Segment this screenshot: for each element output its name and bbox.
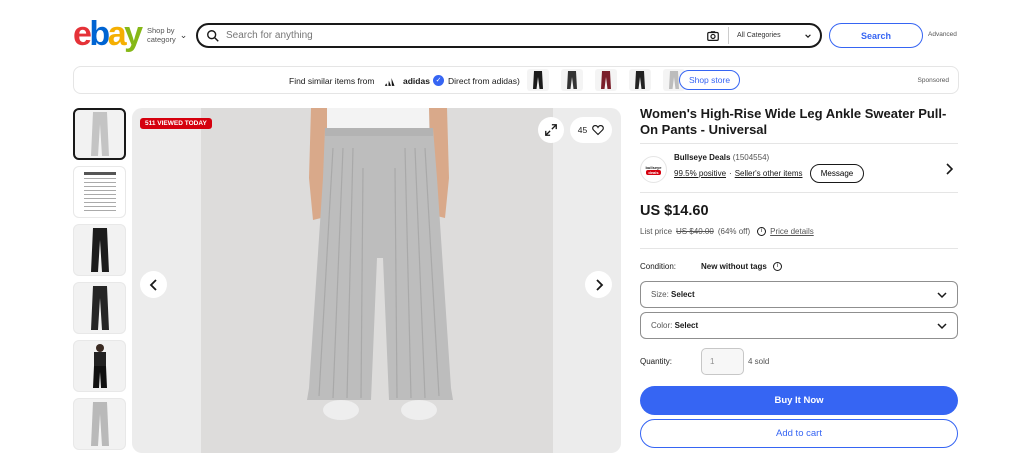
watch-button[interactable]: 45: [570, 117, 612, 143]
next-image-button[interactable]: [585, 271, 612, 298]
logo-letter-a: a: [107, 15, 127, 53]
adidas-logo-icon: [384, 78, 395, 86]
seller-positive-link[interactable]: 99.5% positive: [674, 169, 726, 178]
list-price-label: List price: [640, 227, 673, 236]
seller-avatar[interactable]: bullseye deals: [640, 156, 667, 183]
category-select[interactable]: All Categories: [728, 27, 820, 44]
previous-image-button[interactable]: [140, 271, 167, 298]
quantity-input[interactable]: [701, 348, 744, 375]
message-button[interactable]: Message: [810, 164, 864, 183]
expand-icon: [545, 124, 557, 136]
chevron-down-icon: ⌄: [179, 29, 188, 40]
thumbnail-size-chart[interactable]: [73, 166, 126, 218]
sponsored-label: Sponsored: [917, 77, 949, 84]
info-icon[interactable]: i: [772, 262, 782, 271]
separator: ·: [729, 169, 732, 178]
seller-feedback-count: (1504554): [732, 153, 770, 162]
promo-thumbnails: [527, 69, 685, 91]
condition-value: New without tags i: [701, 262, 782, 271]
promo-product-thumb[interactable]: [629, 69, 651, 91]
sponsored-promo-bar: Find similar items from adidas ✓ Direct …: [73, 66, 959, 94]
viewed-today-badge: 511 VIEWED TODAY: [140, 118, 212, 129]
listing-title: Women's High-Rise Wide Leg Ankle Sweater…: [640, 106, 947, 137]
color-select-value: Select: [674, 321, 699, 330]
direct-from-text: Direct from adidas): [448, 76, 520, 86]
thumbnail-grey-pants-alt[interactable]: [73, 398, 126, 450]
list-price-value: US $40.00: [676, 227, 714, 236]
price-details-link[interactable]: Price details: [770, 227, 814, 236]
shop-by-label: Shop by: [147, 26, 175, 35]
thumbnail-black-pants[interactable]: [73, 224, 126, 276]
category-label: category: [147, 35, 176, 44]
chevron-right-icon: [595, 278, 603, 291]
list-price-row: List price US $40.00 (64% off) i Price d…: [640, 227, 814, 236]
condition-label: Condition:: [640, 262, 677, 271]
brand-name[interactable]: adidas: [403, 76, 430, 86]
size-select-value: Select: [671, 290, 695, 299]
divider: [640, 192, 958, 193]
thumbnail-model-black[interactable]: [73, 340, 126, 392]
divider: [640, 143, 958, 144]
size-select-label: Size:: [651, 290, 669, 299]
condition-text: New without tags: [701, 262, 767, 271]
shop-by-category-button[interactable]: Shop by category ⌄: [147, 26, 187, 44]
info-icon[interactable]: i: [757, 227, 767, 236]
chevron-down-icon: [937, 291, 947, 298]
seller-logo-text: bullseye: [645, 164, 662, 170]
image-thumbnails: [73, 108, 127, 456]
seller-meta: 99.5% positive · Seller's other items: [674, 169, 802, 178]
camera-icon[interactable]: [706, 29, 720, 43]
promo-product-thumb[interactable]: [561, 69, 583, 91]
color-select-label: Color:: [651, 321, 673, 330]
seller-other-items-link[interactable]: Seller's other items: [735, 169, 803, 178]
chevron-right-icon[interactable]: [945, 163, 953, 175]
thumbnail-grey-pants[interactable]: [73, 108, 126, 160]
size-select[interactable]: Size: Select: [640, 281, 958, 308]
seller-name-text: Bullseye Deals: [674, 153, 731, 162]
discount-text: (64% off): [717, 227, 751, 236]
advanced-search-link[interactable]: Advanced: [928, 31, 957, 38]
logo-letter-y: y: [124, 15, 143, 53]
color-select[interactable]: Color: Select: [640, 312, 958, 339]
buy-it-now-button[interactable]: Buy It Now: [640, 386, 958, 415]
verified-icon: ✓: [433, 75, 444, 86]
add-to-cart-button[interactable]: Add to cart: [640, 419, 958, 448]
promo-product-thumb[interactable]: [595, 69, 617, 91]
heart-icon: [592, 124, 605, 136]
main-product-image[interactable]: 511 VIEWED TODAY 45: [132, 108, 621, 453]
chevron-left-icon: [149, 278, 157, 291]
logo-letter-b: b: [89, 15, 110, 53]
chevron-down-icon: [937, 322, 947, 329]
shop-store-button[interactable]: Shop store: [679, 70, 740, 90]
search-button[interactable]: Search: [829, 23, 923, 48]
ebay-logo[interactable]: ebay: [73, 15, 143, 53]
thumbnail-black-pants-back[interactable]: [73, 282, 126, 334]
search-input[interactable]: [226, 26, 706, 45]
quantity-label: Quantity:: [640, 357, 673, 366]
search-icon: [207, 29, 219, 42]
chevron-down-icon: [805, 33, 811, 38]
expand-button[interactable]: [538, 117, 564, 143]
seller-logo-text: deals: [646, 169, 661, 175]
watch-count: 45: [577, 125, 588, 135]
promo-product-thumb[interactable]: [527, 69, 549, 91]
find-similar-text: Find similar items from: [289, 76, 375, 86]
sold-count: 4 sold: [748, 357, 770, 366]
logo-letter-e: e: [73, 15, 92, 53]
product-photo: [307, 108, 453, 420]
category-select-label: All Categories: [737, 32, 781, 39]
search-bar: All Categories: [196, 23, 822, 48]
seller-name[interactable]: Bullseye Deals (1504554): [674, 153, 769, 162]
price: US $14.60: [640, 203, 709, 219]
divider: [640, 248, 958, 249]
